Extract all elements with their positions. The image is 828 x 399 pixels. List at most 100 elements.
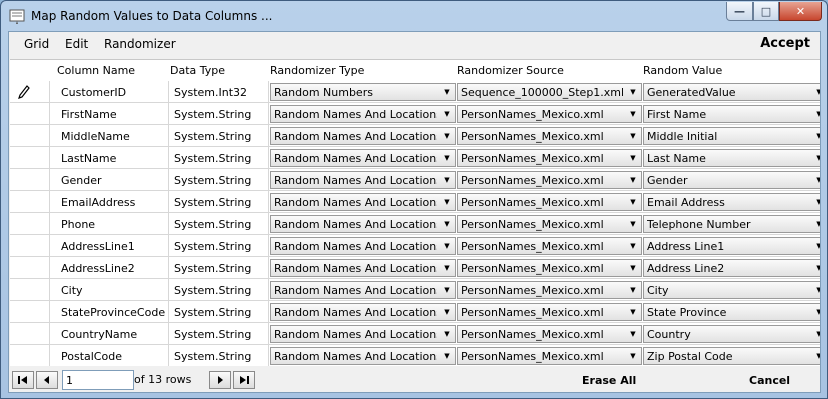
- chevron-down-icon[interactable]: ▼: [811, 238, 820, 254]
- chevron-down-icon[interactable]: ▼: [625, 106, 641, 122]
- chevron-down-icon[interactable]: ▼: [811, 172, 820, 188]
- randomizer-source-combo[interactable]: PersonNames_Mexico.xml ▼: [457, 149, 642, 167]
- table-row[interactable]: AddressLine2 System.String Random Names An…: [10, 257, 820, 279]
- move-next-button[interactable]: [209, 371, 231, 389]
- random-value-combo[interactable]: Telephone Number ▼: [643, 215, 820, 233]
- row-selector[interactable]: [10, 345, 50, 366]
- cell-data-type[interactable]: System.String: [170, 323, 269, 345]
- randomizer-type-combo[interactable]: Random Names And Locations ▼: [270, 325, 456, 343]
- row-selector[interactable]: [10, 125, 50, 147]
- title-bar[interactable]: Map Random Values to Data Columns ... — …: [1, 1, 827, 31]
- random-value-combo[interactable]: City ▼: [643, 281, 820, 299]
- random-value-combo[interactable]: Middle Initial ▼: [643, 127, 820, 145]
- randomizer-type-combo[interactable]: Random Names And Locations ▼: [270, 171, 456, 189]
- move-previous-button[interactable]: [36, 371, 58, 389]
- chevron-down-icon[interactable]: ▼: [439, 304, 455, 320]
- row-selector[interactable]: [10, 235, 50, 257]
- cell-data-type[interactable]: System.String: [170, 213, 269, 235]
- header-random-value[interactable]: Random Value: [643, 60, 722, 80]
- random-value-combo[interactable]: Email Address ▼: [643, 193, 820, 211]
- cell-data-type[interactable]: System.String: [170, 345, 269, 366]
- random-value-combo[interactable]: State Province ▼: [643, 303, 820, 321]
- randomizer-source-combo[interactable]: PersonNames_Mexico.xml ▼: [457, 237, 642, 255]
- chevron-down-icon[interactable]: ▼: [625, 238, 641, 254]
- randomizer-source-combo[interactable]: PersonNames_Mexico.xml ▼: [457, 127, 642, 145]
- randomizer-type-combo[interactable]: Random Numbers ▼: [270, 83, 456, 101]
- header-data-type[interactable]: Data Type: [170, 60, 225, 80]
- accept-button[interactable]: Accept: [760, 36, 810, 51]
- randomizer-type-combo[interactable]: Random Names And Locations ▼: [270, 149, 456, 167]
- chevron-down-icon[interactable]: ▼: [625, 216, 641, 232]
- chevron-down-icon[interactable]: ▼: [811, 150, 820, 166]
- table-row[interactable]: FirstName System.String Random Names And L…: [10, 103, 820, 125]
- randomizer-type-combo[interactable]: Random Names And Locations ▼: [270, 105, 456, 123]
- random-value-combo[interactable]: Country ▼: [643, 325, 820, 343]
- random-value-combo[interactable]: Last Name ▼: [643, 149, 820, 167]
- chevron-down-icon[interactable]: ▼: [811, 194, 820, 210]
- table-row[interactable]: City System.String Random Names And Locati…: [10, 279, 820, 301]
- header-randomizer-source[interactable]: Randomizer Source: [457, 60, 564, 80]
- random-value-combo[interactable]: GeneratedValue ▼: [643, 83, 820, 101]
- chevron-down-icon[interactable]: ▼: [439, 260, 455, 276]
- row-selector[interactable]: [10, 191, 50, 213]
- chevron-down-icon[interactable]: ▼: [625, 348, 641, 364]
- randomizer-source-combo[interactable]: PersonNames_Mexico.xml ▼: [457, 303, 642, 321]
- cancel-button[interactable]: Cancel: [749, 374, 790, 387]
- header-randomizer-type[interactable]: Randomizer Type: [270, 60, 364, 80]
- erase-all-button[interactable]: Erase All: [582, 374, 636, 387]
- chevron-down-icon[interactable]: ▼: [439, 84, 455, 100]
- cell-column-name[interactable]: AddressLine1: [57, 235, 169, 257]
- randomizer-type-combo[interactable]: Random Names And Locations ▼: [270, 347, 456, 365]
- randomizer-type-combo[interactable]: Random Names And Locations ▼: [270, 259, 456, 277]
- chevron-down-icon[interactable]: ▼: [439, 128, 455, 144]
- chevron-down-icon[interactable]: ▼: [811, 304, 820, 320]
- cell-column-name[interactable]: Phone: [57, 213, 169, 235]
- cell-data-type[interactable]: System.String: [170, 191, 269, 213]
- random-value-combo[interactable]: Zip Postal Code ▼: [643, 347, 820, 365]
- cell-column-name[interactable]: Gender: [57, 169, 169, 191]
- chevron-down-icon[interactable]: ▼: [439, 348, 455, 364]
- randomizer-type-combo[interactable]: Random Names And Locations ▼: [270, 237, 456, 255]
- table-row[interactable]: LastName System.String Random Names And Lo…: [10, 147, 820, 169]
- cell-data-type[interactable]: System.String: [170, 169, 269, 191]
- chevron-down-icon[interactable]: ▼: [811, 260, 820, 276]
- row-selector[interactable]: [10, 301, 50, 323]
- chevron-down-icon[interactable]: ▼: [625, 172, 641, 188]
- chevron-down-icon[interactable]: ▼: [625, 260, 641, 276]
- chevron-down-icon[interactable]: ▼: [811, 282, 820, 298]
- row-selector[interactable]: [10, 279, 50, 301]
- chevron-down-icon[interactable]: ▼: [439, 282, 455, 298]
- chevron-down-icon[interactable]: ▼: [811, 128, 820, 144]
- cell-data-type[interactable]: System.String: [170, 279, 269, 301]
- chevron-down-icon[interactable]: ▼: [439, 194, 455, 210]
- chevron-down-icon[interactable]: ▼: [811, 106, 820, 122]
- row-selector[interactable]: [10, 323, 50, 345]
- table-row[interactable]: Gender System.String Random Names And Loca…: [10, 169, 820, 191]
- row-selector[interactable]: [10, 103, 50, 125]
- cell-column-name[interactable]: AddressLine2: [57, 257, 169, 279]
- randomizer-type-combo[interactable]: Random Names And Locations ▼: [270, 281, 456, 299]
- cell-column-name[interactable]: PostalCode: [57, 345, 169, 366]
- move-last-button[interactable]: [233, 371, 255, 389]
- table-row[interactable]: Phone System.String Random Names And Locat…: [10, 213, 820, 235]
- cell-data-type[interactable]: System.String: [170, 125, 269, 147]
- row-selector[interactable]: [10, 169, 50, 191]
- chevron-down-icon[interactable]: ▼: [625, 326, 641, 342]
- cell-column-name[interactable]: MiddleName: [57, 125, 169, 147]
- cell-data-type[interactable]: System.String: [170, 301, 269, 323]
- cell-data-type[interactable]: System.String: [170, 257, 269, 279]
- chevron-down-icon[interactable]: ▼: [439, 238, 455, 254]
- randomizer-type-combo[interactable]: Random Names And Locations ▼: [270, 127, 456, 145]
- randomizer-type-combo[interactable]: Random Names And Locations ▼: [270, 303, 456, 321]
- randomizer-source-combo[interactable]: PersonNames_Mexico.xml ▼: [457, 347, 642, 365]
- randomizer-source-combo[interactable]: PersonNames_Mexico.xml ▼: [457, 259, 642, 277]
- menu-edit[interactable]: Edit: [65, 37, 88, 51]
- table-row[interactable]: EmailAddress System.String Random Names An…: [10, 191, 820, 213]
- cell-data-type[interactable]: System.String: [170, 103, 269, 125]
- menu-randomizer[interactable]: Randomizer: [104, 37, 176, 51]
- randomizer-source-combo[interactable]: PersonNames_Mexico.xml ▼: [457, 171, 642, 189]
- chevron-down-icon[interactable]: ▼: [811, 84, 820, 100]
- row-selector[interactable]: [10, 81, 50, 103]
- minimize-button[interactable]: —: [726, 2, 753, 21]
- cell-column-name[interactable]: City: [57, 279, 169, 301]
